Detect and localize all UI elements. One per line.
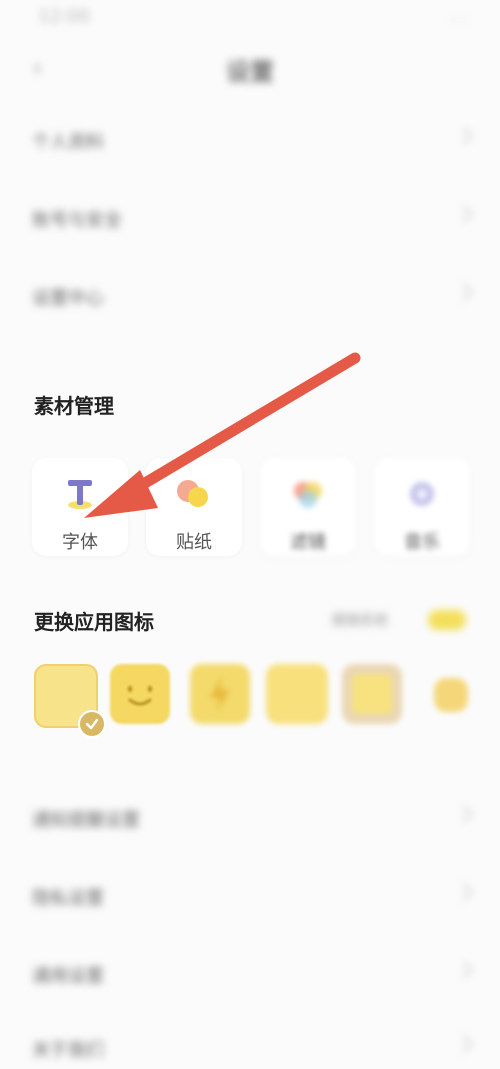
app-icon-list — [34, 664, 474, 738]
chevron-right-icon — [455, 961, 473, 979]
settings-row-label: 通用设置 — [32, 966, 104, 987]
app-icon-section-title: 更换应用图标 — [34, 610, 154, 634]
chevron-right-icon — [455, 805, 473, 823]
app-icon-option[interactable] — [266, 664, 328, 724]
settings-row-label: 隐私设置 — [32, 888, 104, 909]
bolt-icon — [210, 676, 230, 712]
chevron-right-icon — [455, 883, 473, 901]
app-icon-option[interactable] — [34, 664, 106, 738]
app-icon-option[interactable] — [110, 664, 170, 724]
settings-page: 12:00 ... ‹ 设置 个人资料 账号与安全 设置中心 素材管理 字体 贴… — [0, 0, 500, 1069]
settings-row[interactable]: 隐私设置 — [32, 878, 473, 918]
app-icon-option[interactable] — [434, 678, 468, 712]
chevron-right-icon — [455, 1035, 473, 1053]
follow-system-label: 跟随系统 — [332, 613, 388, 629]
settings-row-label: 关于我们 — [32, 1040, 104, 1061]
checkmark-icon — [78, 710, 106, 738]
settings-row-label: 通知提醒设置 — [32, 810, 140, 831]
inner-square-icon — [352, 674, 392, 714]
follow-system-toggle[interactable]: 跟随系统 — [332, 608, 466, 632]
app-icon-option[interactable] — [342, 664, 402, 724]
settings-row[interactable]: 关于我们 — [32, 1030, 473, 1069]
settings-row[interactable]: 通用设置 — [32, 956, 473, 996]
app-icon-option[interactable] — [190, 664, 250, 724]
smile-face-icon — [128, 686, 152, 706]
settings-row[interactable]: 通知提醒设置 — [32, 800, 473, 840]
toggle-switch[interactable] — [428, 610, 466, 630]
